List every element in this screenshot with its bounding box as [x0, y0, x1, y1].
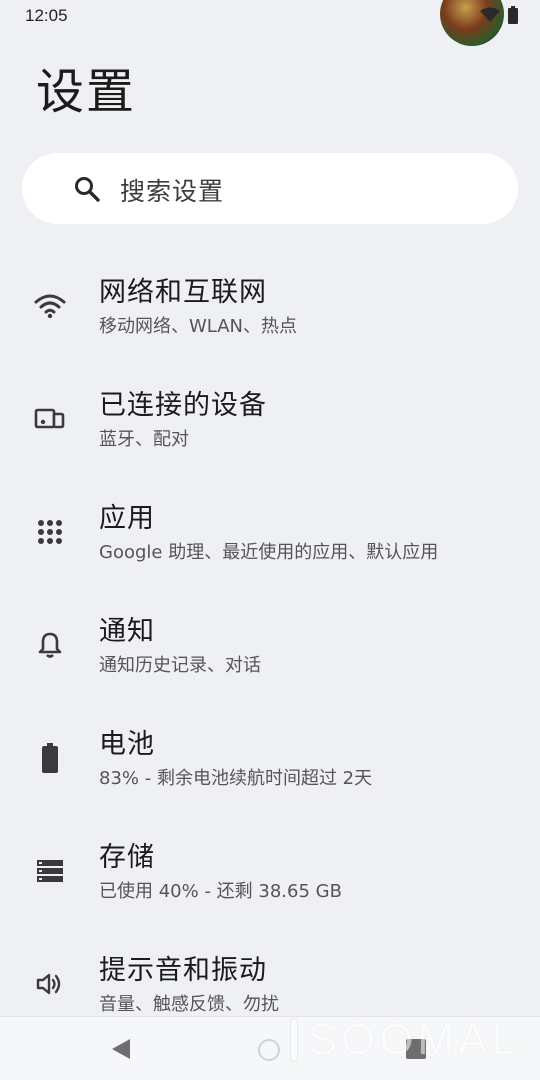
setting-title: 已连接的设备: [99, 390, 267, 421]
wifi-icon: [34, 290, 66, 322]
back-triangle-icon[interactable]: [110, 1037, 132, 1065]
bell-icon: [34, 629, 66, 661]
search-bar[interactable]: 搜索设置: [22, 153, 518, 224]
setting-title: 电池: [99, 729, 155, 760]
apps-grid-icon: [34, 516, 66, 548]
search-icon: [74, 176, 100, 206]
setting-subtitle: 通知历史记录、对话: [99, 655, 261, 676]
setting-battery[interactable]: 电池 83% - 剩余电池续航时间超过 2天: [0, 712, 540, 812]
watermark: SOOMAL: [290, 1010, 520, 1070]
battery-icon: [34, 742, 66, 774]
setting-title: 通知: [99, 616, 155, 647]
status-time: 12:05: [25, 6, 68, 25]
setting-title: 应用: [99, 503, 155, 534]
setting-subtitle: 音量、触感反馈、勿扰: [99, 994, 279, 1015]
setting-title: 存储: [99, 842, 155, 873]
home-circle-icon[interactable]: [258, 1039, 280, 1061]
watermark-text: SOOMAL: [307, 1015, 520, 1064]
wifi-icon: [480, 7, 500, 27]
battery-icon: [508, 6, 518, 28]
status-bar: 12:05: [0, 0, 540, 46]
status-icons: [480, 6, 518, 28]
setting-connected-devices[interactable]: 已连接的设备 蓝牙、配对: [0, 373, 540, 473]
setting-network[interactable]: 网络和互联网 移动网络、WLAN、热点: [0, 260, 540, 360]
setting-title: 网络和互联网: [99, 277, 267, 308]
setting-apps[interactable]: 应用 Google 助理、最近使用的应用、默认应用: [0, 486, 540, 586]
setting-subtitle: 83% - 剩余电池续航时间超过 2天: [99, 768, 373, 789]
setting-subtitle: 已使用 40% - 还剩 38.65 GB: [99, 881, 342, 902]
setting-title: 提示音和振动: [99, 955, 267, 986]
setting-subtitle: 蓝牙、配对: [99, 429, 189, 450]
setting-storage[interactable]: 存储 已使用 40% - 还剩 38.65 GB: [0, 825, 540, 925]
connected-devices-icon: [34, 403, 66, 435]
setting-subtitle: Google 助理、最近使用的应用、默认应用: [99, 542, 439, 563]
watermark-logo-icon: [290, 1018, 298, 1062]
setting-notifications[interactable]: 通知 通知历史记录、对话: [0, 599, 540, 699]
volume-icon: [34, 968, 66, 1000]
page-title: 设置: [36, 64, 137, 120]
storage-icon: [34, 855, 66, 887]
setting-subtitle: 移动网络、WLAN、热点: [99, 316, 298, 337]
search-placeholder: 搜索设置: [120, 177, 225, 206]
